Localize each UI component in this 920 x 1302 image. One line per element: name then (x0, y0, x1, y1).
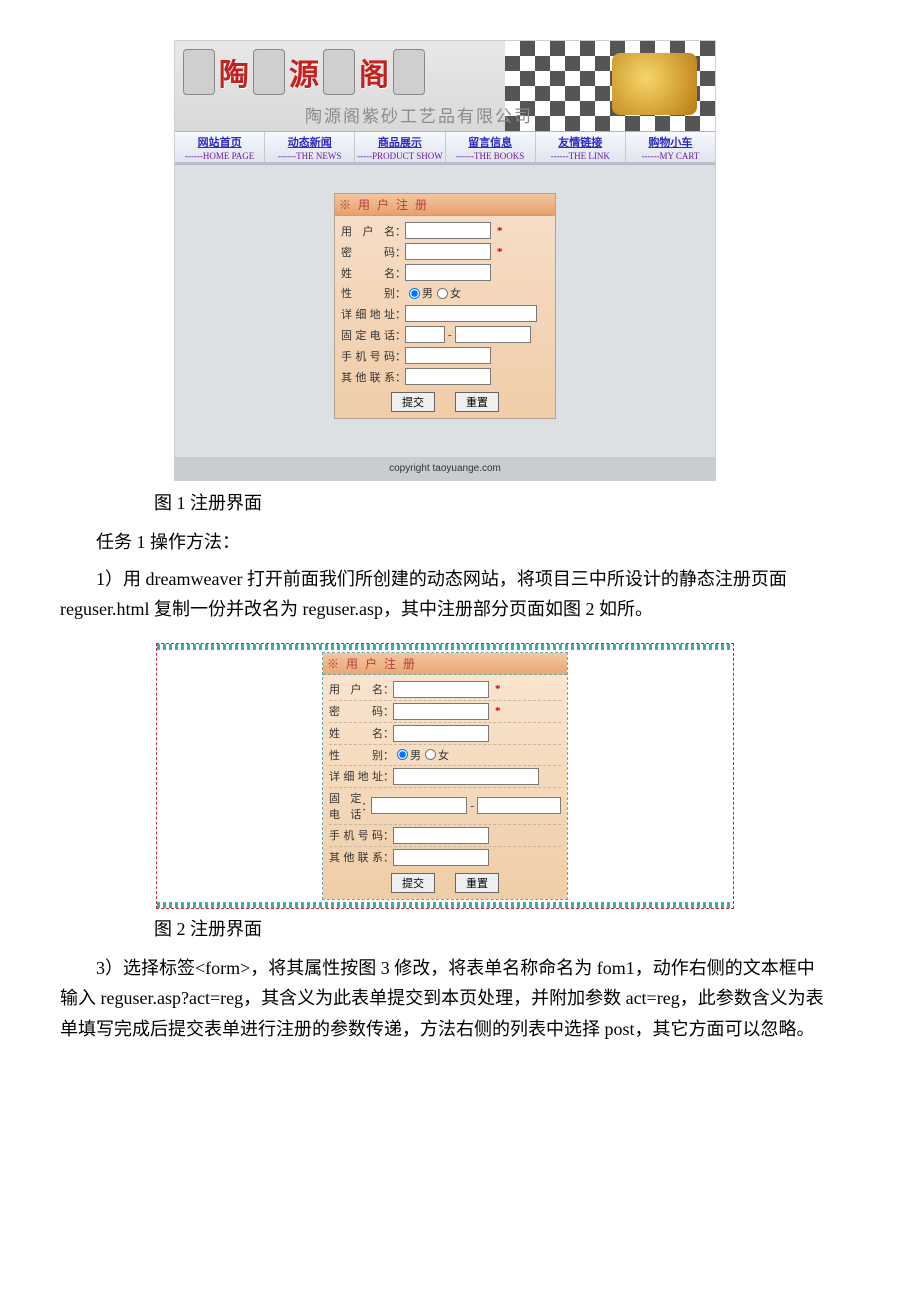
logo-statue-icon (323, 49, 355, 95)
other-label: 其他联系 (329, 849, 383, 865)
gender-female-label: 女 (450, 285, 461, 301)
tel-area-input[interactable] (405, 326, 445, 343)
tel-number-input[interactable] (455, 326, 531, 343)
username-label: 用 户 名 (341, 223, 395, 239)
nav-guestbook[interactable]: 留言信息 ------THE BOOKS (446, 132, 536, 164)
site-body: ※ 用 户 注 册 用 户 名： * 密 码： * 姓 名： (175, 165, 715, 457)
nav-home-sub: ------HOME PAGE (175, 151, 264, 161)
main-nav: 网站首页 ------HOME PAGE 动态新闻 ------THE NEWS… (175, 131, 715, 165)
nav-cart-label: 购物小车 (626, 134, 715, 150)
required-mark: * (497, 225, 503, 237)
paragraph-3: 3）选择标签<form>，将其属性按图 3 修改，将表单名称命名为 fom1，动… (60, 953, 830, 1045)
logo-figurine-1 (183, 49, 215, 95)
tel-area-input[interactable] (371, 797, 467, 814)
mobile-input[interactable] (393, 827, 489, 844)
banner-gold-figurines (612, 53, 697, 115)
nav-guestbook-label: 留言信息 (446, 134, 535, 150)
tel-number-input[interactable] (477, 797, 561, 814)
nav-links[interactable]: 友情链接 ------THE LINK (536, 132, 626, 164)
gender-female-radio[interactable] (437, 288, 448, 299)
form-legend: ※ 用 户 注 册 (335, 194, 555, 216)
gender-label: 性 别 (341, 285, 395, 301)
username-input[interactable] (393, 681, 489, 698)
password-input[interactable] (393, 703, 489, 720)
tel-separator: - (470, 800, 474, 812)
figure-1-caption: 图 1 注册界面 (154, 489, 830, 515)
gender-female-label: 女 (438, 747, 449, 763)
password-label: 密 码 (329, 703, 383, 719)
mobile-input[interactable] (405, 347, 491, 364)
name-label: 姓 名 (341, 265, 395, 281)
password-label: 密 码 (341, 244, 395, 260)
nav-news[interactable]: 动态新闻 ------THE NEWS (265, 132, 355, 164)
nav-links-label: 友情链接 (536, 134, 625, 150)
logo-char-2: 源 (289, 50, 319, 94)
tel-separator: - (448, 329, 452, 341)
nav-links-sub: ------THE LINK (536, 151, 625, 161)
name-label: 姓 名 (329, 725, 383, 741)
nav-news-sub: ------THE NEWS (265, 151, 354, 161)
username-label: 用户名 (329, 681, 383, 697)
figure-2-screenshot: ※ 用 户 注 册 用户名： * 密 码： * 姓 名： 性 别： 男 (156, 643, 734, 909)
gender-label: 性 别 (329, 747, 383, 763)
gender-male-label: 男 (422, 285, 433, 301)
figure-1-screenshot: 陶 源 阁 陶源阁紫砂工艺品有限公司 网站首页 ------HOME PAGE … (174, 40, 716, 481)
nav-cart[interactable]: 购物小车 ------MY CART (626, 132, 715, 164)
required-mark: * (497, 246, 503, 258)
site-banner: 陶 源 阁 陶源阁紫砂工艺品有限公司 (175, 41, 715, 131)
gender-male-radio[interactable] (397, 749, 408, 760)
name-input[interactable] (405, 264, 491, 281)
password-input[interactable] (405, 243, 491, 260)
dw-slice-top (157, 644, 733, 650)
mobile-label: 手机号码 (341, 348, 395, 364)
required-mark: * (495, 705, 501, 717)
tel-label: 固定电话 (341, 327, 395, 343)
nav-home-label: 网站首页 (175, 134, 264, 150)
nav-guestbook-sub: ------THE BOOKS (446, 151, 535, 161)
other-input[interactable] (393, 849, 489, 866)
nav-home[interactable]: 网站首页 ------HOME PAGE (175, 132, 265, 164)
register-form: ※ 用 户 注 册 用 户 名： * 密 码： * 姓 名： (334, 193, 556, 419)
mobile-label: 手机号码 (329, 827, 383, 843)
other-label: 其他联系 (341, 369, 395, 385)
site-subtitle: 陶源阁紫砂工艺品有限公司 (305, 102, 533, 127)
submit-button[interactable]: 提交 (391, 392, 435, 412)
nav-products-sub: -----PRODUCT SHOW (355, 151, 444, 161)
tel-label: 固定电话 (329, 790, 361, 822)
paragraph-1: 1）用 dreamweaver 打开前面我们所创建的动态网站，将项目三中所设计的… (60, 564, 830, 625)
submit-button[interactable]: 提交 (391, 873, 435, 893)
gender-male-radio[interactable] (409, 288, 420, 299)
nav-news-label: 动态新闻 (265, 134, 354, 150)
nav-products-label: 商品展示 (355, 134, 444, 150)
task-1-heading: 任务 1 操作方法： (60, 527, 830, 558)
figure-2-caption: 图 2 注册界面 (154, 915, 830, 941)
site-footer: copyright taoyuange.com (175, 457, 715, 480)
logo-teapot-icon (393, 49, 425, 95)
dw-slice-bottom (157, 902, 733, 908)
address-label: 详细地址 (341, 306, 395, 322)
username-input[interactable] (405, 222, 491, 239)
logo-char-3: 阁 (359, 50, 389, 94)
form-legend: ※ 用 户 注 册 (323, 653, 567, 675)
gender-male-label: 男 (410, 747, 421, 763)
register-form-dw: ※ 用 户 注 册 用户名： * 密 码： * 姓 名： 性 别： 男 (322, 652, 568, 900)
logo-vase-icon (253, 49, 285, 95)
reset-button[interactable]: 重置 (455, 873, 499, 893)
gender-female-radio[interactable] (425, 749, 436, 760)
site-logo: 陶 源 阁 (183, 49, 425, 95)
address-input[interactable] (405, 305, 537, 322)
address-input[interactable] (393, 768, 539, 785)
nav-products[interactable]: 商品展示 -----PRODUCT SHOW (355, 132, 445, 164)
address-label: 详细地址 (329, 768, 383, 784)
required-mark: * (495, 683, 501, 695)
reset-button[interactable]: 重置 (455, 392, 499, 412)
logo-char-1: 陶 (219, 50, 249, 94)
name-input[interactable] (393, 725, 489, 742)
other-input[interactable] (405, 368, 491, 385)
nav-cart-sub: ------MY CART (626, 151, 715, 161)
